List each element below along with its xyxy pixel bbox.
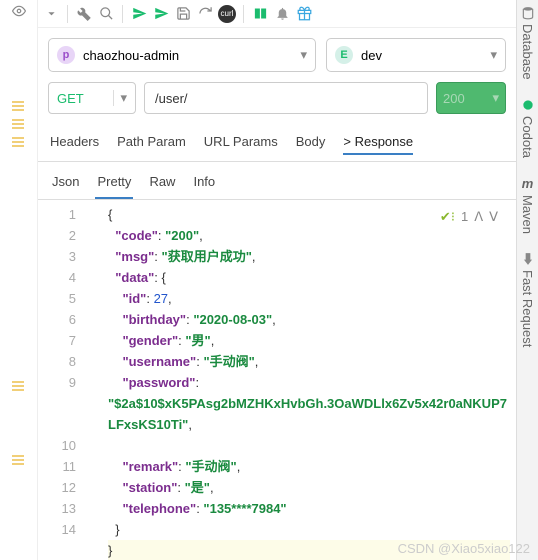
right-rail: Database Codota mMaven Fast Request [516, 0, 538, 560]
search-icon[interactable] [97, 5, 115, 23]
tab-url-params[interactable]: URL Params [204, 130, 278, 155]
tab-json[interactable]: Json [50, 170, 81, 199]
tab-info[interactable]: Info [191, 170, 217, 199]
rail-codota[interactable]: Codota [520, 98, 535, 158]
method-selector[interactable]: GET ▾ [48, 82, 136, 114]
line-numbers: 1234 5678 910 11121314 [38, 200, 86, 560]
send-all-icon[interactable] [152, 5, 170, 23]
toolbar: curl [38, 0, 516, 28]
tab-pretty[interactable]: Pretty [95, 170, 133, 199]
lines-icon[interactable] [12, 118, 26, 130]
status-selector[interactable]: 200 ▾ [436, 82, 506, 114]
save-icon[interactable] [174, 5, 192, 23]
tab-headers[interactable]: Headers [50, 130, 99, 155]
send-icon[interactable] [130, 5, 148, 23]
rail-database[interactable]: Database [520, 6, 535, 80]
gift-icon[interactable] [295, 5, 313, 23]
redo-icon[interactable] [196, 5, 214, 23]
chevron-down-icon: ▾ [492, 90, 499, 106]
eye-icon[interactable] [12, 4, 26, 18]
bell-icon[interactable] [273, 5, 291, 23]
lines-icon[interactable] [12, 136, 26, 148]
editor-status: ✔⁝1ᐱᐯ [440, 206, 498, 227]
lines-icon[interactable] [12, 380, 26, 392]
chevron-down-icon: ▾ [300, 47, 307, 63]
env-label: dev [361, 48, 382, 63]
rail-maven[interactable]: mMaven [520, 176, 535, 234]
tab-raw[interactable]: Raw [147, 170, 177, 199]
env-selector[interactable]: E dev ▾ [326, 38, 506, 72]
curl-icon[interactable]: curl [218, 5, 236, 23]
url-input[interactable]: /user/ [144, 82, 428, 114]
left-gutter [0, 0, 38, 560]
project-selector[interactable]: p chaozhou-admin ▾ [48, 38, 316, 72]
book-icon[interactable] [251, 5, 269, 23]
lines-icon[interactable] [12, 100, 26, 112]
code-body[interactable]: ✔⁝1ᐱᐯ { "code": "200", "msg": "获取用户成功", … [86, 200, 516, 560]
expand-icon[interactable] [42, 5, 60, 23]
project-label: chaozhou-admin [83, 48, 179, 63]
check-icon: ✔⁝ [440, 206, 455, 227]
rail-fast-request[interactable]: Fast Request [520, 252, 535, 347]
chevron-down-icon: ▾ [113, 90, 127, 106]
tab-response[interactable]: > Response [343, 130, 413, 155]
lines-icon[interactable] [12, 454, 26, 466]
request-tabs: Headers Path Param URL Params Body > Res… [38, 124, 516, 162]
tab-body[interactable]: Body [296, 130, 326, 155]
chevron-down-icon: ▾ [490, 47, 497, 63]
response-editor: 1234 5678 910 11121314 ✔⁝1ᐱᐯ { "code": "… [38, 200, 516, 560]
tab-path-param[interactable]: Path Param [117, 130, 186, 155]
wrench-icon[interactable] [75, 5, 93, 23]
response-tabs: Json Pretty Raw Info [38, 162, 516, 200]
